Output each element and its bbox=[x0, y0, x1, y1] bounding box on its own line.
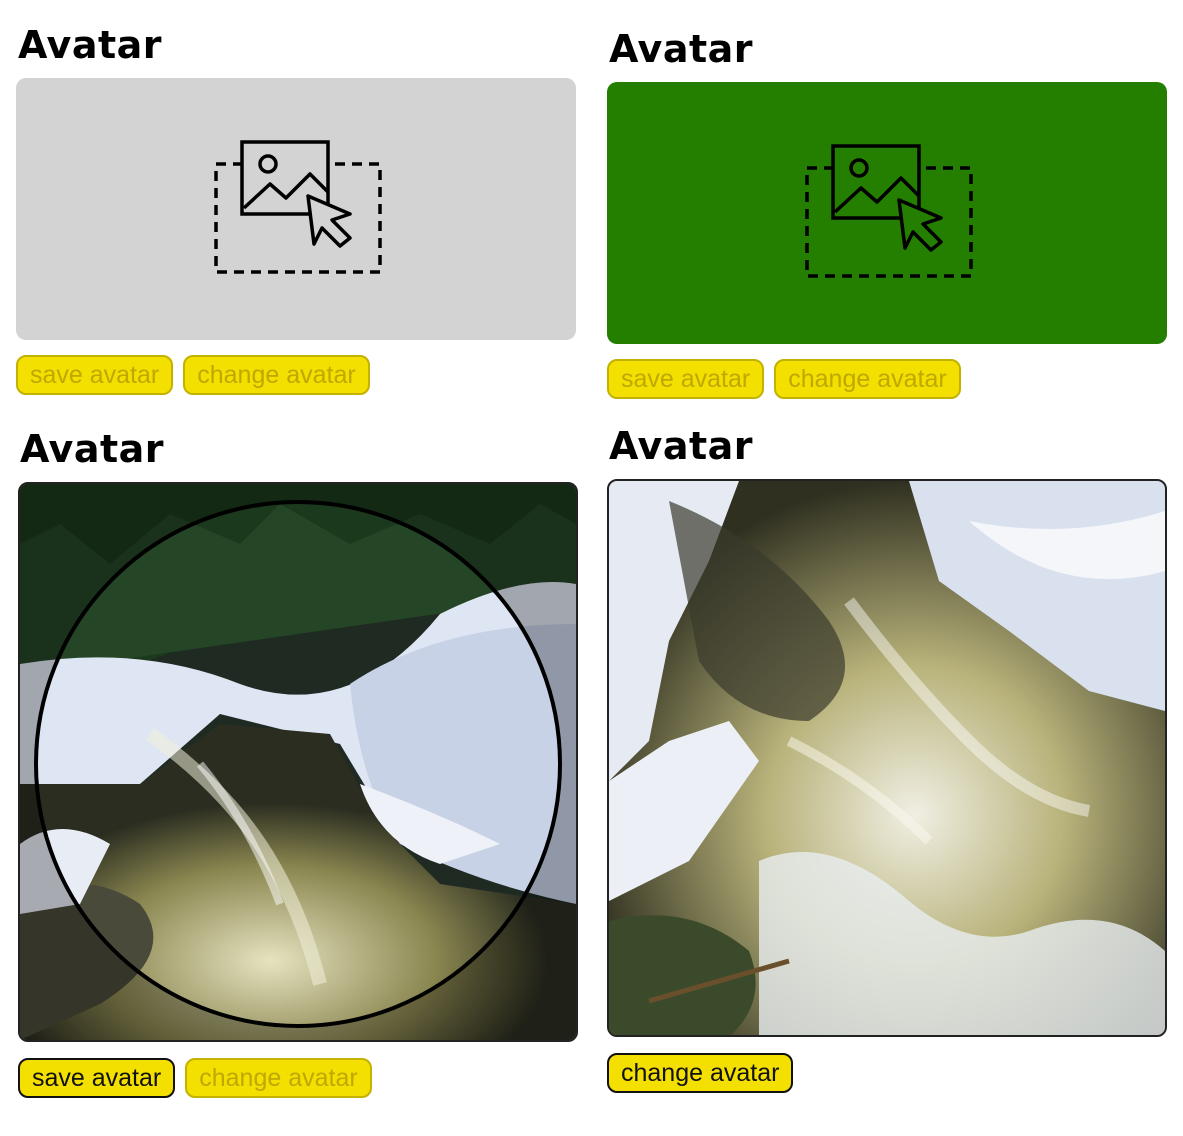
image-upload-icon bbox=[805, 144, 973, 278]
button-row: save avatar change avatar bbox=[18, 1058, 372, 1098]
change-avatar-button[interactable]: change avatar bbox=[183, 355, 370, 395]
panel-heading: Avatar bbox=[20, 427, 165, 471]
button-row: save avatar change avatar bbox=[16, 355, 370, 395]
panel-heading: Avatar bbox=[609, 27, 754, 71]
avatar-crop-area[interactable] bbox=[18, 482, 578, 1042]
change-avatar-button[interactable]: change avatar bbox=[774, 359, 961, 399]
save-avatar-button[interactable]: save avatar bbox=[18, 1058, 176, 1098]
save-avatar-button[interactable]: save avatar bbox=[16, 355, 174, 395]
change-avatar-button[interactable]: change avatar bbox=[185, 1058, 372, 1098]
save-avatar-button[interactable]: save avatar bbox=[607, 359, 765, 399]
avatar-photo bbox=[20, 484, 576, 1040]
avatar-panel-saved: Avatar change avatar bbox=[607, 427, 1169, 1099]
button-row: save avatar change avatar bbox=[607, 359, 961, 399]
avatar-photo bbox=[609, 481, 1165, 1035]
avatar-panel-empty: Avatar save avatar change avatar bbox=[16, 26, 576, 401]
avatar-panel-hover: Avatar save avatar change avatar bbox=[607, 30, 1167, 405]
avatar-dropzone[interactable] bbox=[607, 82, 1167, 344]
panel-heading: Avatar bbox=[609, 424, 754, 468]
avatar-dropzone[interactable] bbox=[16, 78, 576, 340]
avatar-image bbox=[607, 479, 1167, 1037]
change-avatar-button[interactable]: change avatar bbox=[607, 1053, 794, 1093]
avatar-panel-cropping: Avatar save avatar change avatar bbox=[18, 430, 580, 1102]
button-row: change avatar bbox=[607, 1053, 794, 1093]
image-upload-icon bbox=[214, 140, 382, 274]
panel-heading: Avatar bbox=[18, 23, 163, 67]
